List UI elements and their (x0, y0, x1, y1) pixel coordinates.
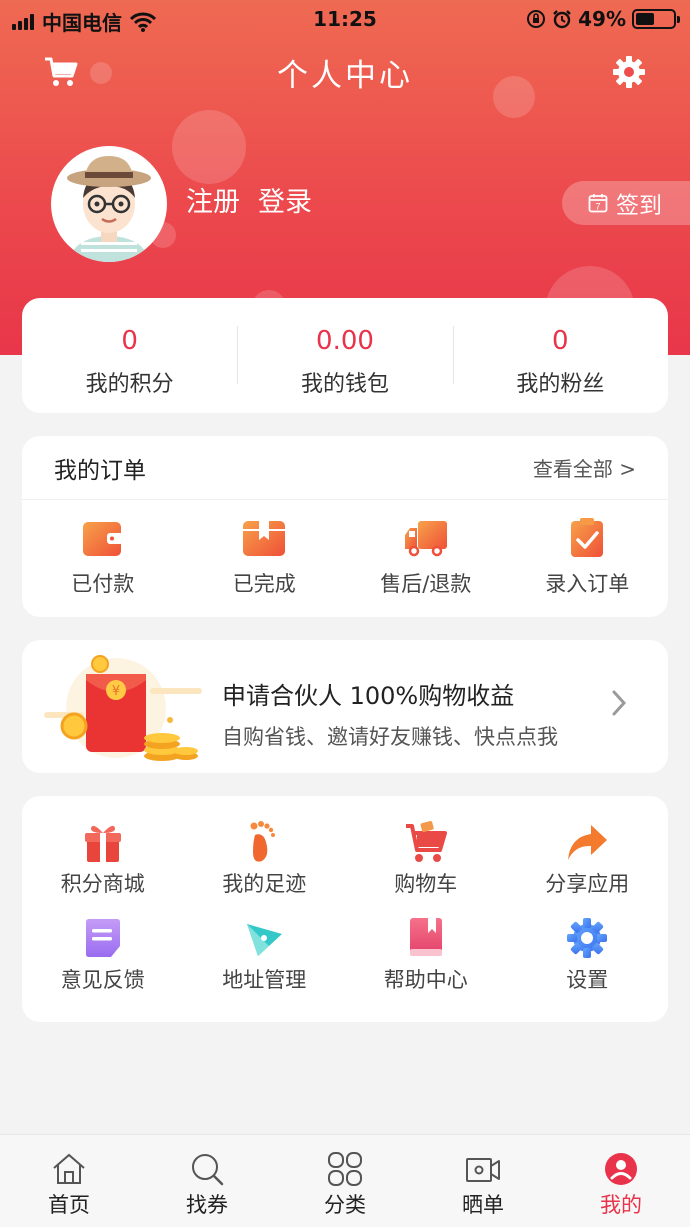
book-icon (409, 918, 442, 956)
avatar-illustration (67, 156, 151, 262)
compass-icon (247, 924, 283, 956)
view-all-orders-link[interactable]: 查看全部 > (533, 453, 636, 482)
order-item-label: 录入订单 (545, 572, 630, 596)
calendar-icon: 7 (588, 194, 608, 213)
order-item-label: 已完成 (232, 572, 296, 596)
tool-label: 购物车 (394, 872, 458, 896)
tab-label: 晒单 (462, 1193, 504, 1217)
orders-card: 我的订单 查看全部 > 已付款 已完成 售后/退款 录入订单 (22, 436, 668, 617)
share-app-button[interactable]: 分享应用 (507, 820, 669, 898)
order-entry-button[interactable]: 录入订单 (507, 518, 669, 598)
orders-title: 我的订单 (54, 457, 146, 484)
footprint-button[interactable]: 我的足迹 (184, 820, 346, 898)
chevron-right-icon (612, 690, 627, 716)
order-item-label: 已付款 (71, 572, 135, 596)
tab-mine[interactable]: 我的 (552, 1135, 690, 1227)
share-icon (568, 825, 608, 860)
shopping-cart-button[interactable]: 购物车 (345, 820, 507, 898)
tab-home[interactable]: 首页 (0, 1135, 138, 1227)
tool-label: 帮助中心 (383, 968, 468, 992)
stat-label: 我的积分 (85, 372, 174, 397)
calendar-day: 7 (595, 202, 600, 212)
stat-points[interactable]: 0 我的积分 (22, 298, 237, 413)
stat-value: 0 (121, 326, 138, 356)
package-icon (243, 521, 286, 556)
tab-showcase[interactable]: 晒单 (414, 1135, 552, 1227)
help-center-button[interactable]: 帮助中心 (345, 916, 507, 994)
battery-icon (632, 9, 680, 29)
stat-label: 我的钱包 (300, 372, 389, 397)
settings-button[interactable]: 设置 (507, 916, 669, 994)
auth-links: 注册 登录 (186, 180, 312, 219)
tools-card: 积分商城 我的足迹 购物车 分享应用 意见反馈 地址管理 帮助中心 设置 (22, 796, 668, 1022)
truck-icon (404, 521, 447, 557)
stat-wallet[interactable]: 0.00 我的钱包 (237, 298, 452, 413)
gift-icon (84, 825, 121, 862)
feedback-button[interactable]: 意见反馈 (22, 916, 184, 994)
points-mall-button[interactable]: 积分商城 (22, 820, 184, 898)
grid-icon (328, 1152, 362, 1186)
tab-coupons[interactable]: 找券 (138, 1135, 276, 1227)
stats-card: 0 我的积分 0.00 我的钱包 0 我的粉丝 (22, 298, 668, 413)
battery-percent: 49% (578, 7, 626, 31)
tool-label: 积分商城 (60, 872, 145, 896)
stat-value: 0.00 (316, 326, 374, 356)
tab-label: 首页 (48, 1193, 90, 1217)
user-icon (605, 1153, 637, 1185)
signin-button[interactable]: 7 签到 (562, 181, 690, 225)
wallet-icon (82, 522, 123, 556)
video-icon (466, 1158, 500, 1182)
gear-icon[interactable] (612, 55, 646, 89)
orders-header: 我的订单 查看全部 > (22, 436, 668, 500)
bottom-tab-bar: 首页 找券 分类 晒单 我的 (0, 1134, 690, 1227)
search-icon (192, 1154, 224, 1186)
promo-title: 申请合伙人 100%购物收益 (222, 682, 515, 710)
order-completed-button[interactable]: 已完成 (184, 518, 346, 598)
tab-categories[interactable]: 分类 (276, 1135, 414, 1227)
tab-label: 分类 (324, 1193, 366, 1217)
promo-subtitle: 自购省钱、邀请好友赚钱、快点点我 (222, 725, 558, 749)
page-title: 个人中心 (277, 58, 413, 94)
tool-label: 设置 (566, 968, 609, 992)
register-link[interactable]: 注册 (186, 180, 240, 219)
address-management-button[interactable]: 地址管理 (184, 916, 346, 994)
stat-value: 0 (552, 326, 569, 356)
tool-label: 意见反馈 (60, 968, 145, 992)
gear-icon (567, 918, 608, 958)
clipboard-check-icon (571, 518, 604, 557)
tab-label: 我的 (600, 1193, 642, 1217)
tool-label: 我的足迹 (222, 872, 307, 896)
signin-label: 签到 (616, 193, 662, 219)
order-paid-button[interactable]: 已付款 (22, 518, 184, 598)
partner-promo-banner[interactable]: ¥ 申请合伙人 100%购物收益 自购省钱、邀请好友赚钱、快点点我 (22, 640, 668, 773)
tool-label: 地址管理 (222, 968, 307, 992)
alarm-icon (553, 10, 571, 29)
svg-text:¥: ¥ (112, 684, 120, 699)
home-icon (53, 1153, 85, 1184)
cart-icon (405, 821, 447, 862)
order-item-label: 售后/退款 (380, 572, 472, 596)
stat-fans[interactable]: 0 我的粉丝 (452, 298, 668, 413)
tool-label: 分享应用 (545, 872, 630, 896)
decor-bubble (172, 110, 246, 184)
feedback-icon (85, 919, 120, 957)
orientation-lock-icon (527, 10, 546, 28)
stat-label: 我的粉丝 (516, 372, 605, 397)
avatar[interactable] (51, 146, 167, 262)
footprint-icon (250, 821, 276, 862)
red-envelope-illustration: ¥ (44, 655, 202, 761)
login-link[interactable]: 登录 (258, 180, 312, 219)
tab-label: 找券 (186, 1193, 228, 1217)
status-bar: 中国电信 11:25 49% (0, 0, 690, 40)
order-aftersale-button[interactable]: 售后/退款 (345, 518, 507, 598)
